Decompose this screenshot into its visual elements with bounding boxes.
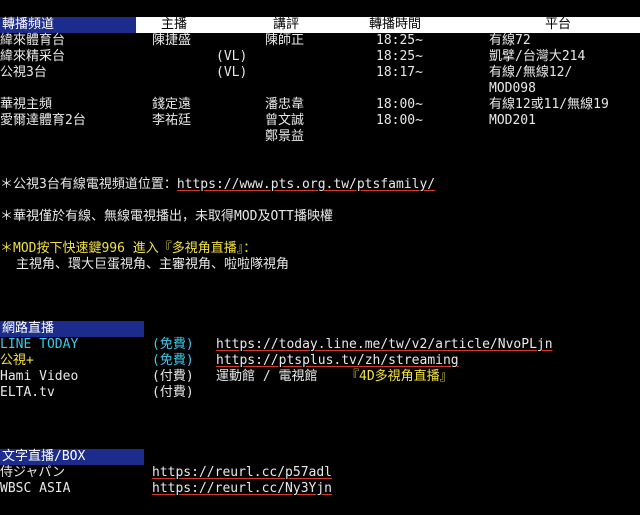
service-name: Hami Video bbox=[0, 369, 79, 384]
header-time: 轉播時間 bbox=[369, 17, 422, 32]
anchor-name: 李祐廷 bbox=[152, 113, 192, 128]
commentator-name: 鄭景益 bbox=[265, 129, 305, 144]
commentator-name: 曾文誠 bbox=[265, 113, 305, 128]
channel-name: 華視主頻 bbox=[0, 97, 53, 112]
text-live-link[interactable]: https://reurl.cc/p57adl bbox=[152, 465, 332, 481]
platform: 有線/無線12/ bbox=[489, 65, 573, 80]
hami-4d-label: 『4D多視角直播』 bbox=[346, 369, 453, 384]
table-row: 公視3台 (VL) 18:17~ 有線/無線12/ bbox=[0, 65, 640, 81]
line-today-link[interactable]: https://today.line.me/tw/v2/article/NvoP… bbox=[216, 337, 553, 353]
note-pts3: ＊公視3台有線電視頻道位置：https://www.pts.org.tw/pts… bbox=[0, 177, 435, 193]
channel-name: 緯來體育台 bbox=[0, 33, 66, 48]
list-item: WBSC ASIA https://reurl.cc/Ny3Yjn bbox=[0, 481, 640, 497]
text-live-name: 侍ジャパン bbox=[0, 465, 66, 480]
fee-label: (免費) bbox=[152, 353, 194, 368]
platform: MOD201 bbox=[489, 113, 536, 128]
ptsplus-link[interactable]: https://ptsplus.tv/zh/streaming bbox=[216, 353, 459, 369]
pts3-link[interactable]: https://www.pts.org.tw/ptsfamily/ bbox=[177, 177, 435, 192]
broadcast-time: 18:25~ bbox=[376, 49, 423, 64]
online-section-title: 網路直播 bbox=[0, 321, 144, 337]
table-row: 緯來體育台 陳捷盛 陳師正 18:25~ 有線72 bbox=[0, 33, 640, 49]
header-anchor: 主播 bbox=[161, 17, 188, 32]
broadcast-time: 18:00~ bbox=[376, 113, 423, 128]
table-row: 鄭景益 bbox=[0, 129, 640, 145]
header-commentator: 講評 bbox=[273, 17, 300, 32]
note-pts3-label: ＊公視3台有線電視頻道位置： bbox=[0, 177, 177, 192]
anchor-name: (VL) bbox=[216, 65, 248, 80]
platform: 有線72 bbox=[489, 33, 531, 48]
table-row: 愛爾達體育2台 李祐廷 曾文誠 18:00~ MOD201 bbox=[0, 113, 640, 129]
list-item: 公視+ (免費) https://ptsplus.tv/zh/streaming bbox=[0, 353, 640, 369]
platform: MOD098 bbox=[489, 81, 536, 96]
fee-label: (付費) bbox=[152, 385, 194, 400]
anchor-name: (VL) bbox=[216, 49, 248, 64]
list-item: 侍ジャパン https://reurl.cc/p57adl bbox=[0, 465, 640, 481]
anchor-name: 陳捷盛 bbox=[152, 33, 192, 48]
service-name: LINE TODAY bbox=[0, 337, 79, 352]
channel-name: 公視3台 bbox=[0, 65, 47, 80]
text-live-name: WBSC ASIA bbox=[0, 481, 71, 496]
broadcast-time: 18:00~ bbox=[376, 97, 423, 112]
fee-label: (付費) bbox=[152, 369, 194, 384]
channel-name: 愛爾達體育2台 bbox=[0, 113, 86, 128]
header-platform: 平台 bbox=[545, 17, 572, 32]
table-row: 緯來精采台 (VL) 18:25~ 凱擘/台灣大214 bbox=[0, 49, 640, 65]
broadcast-time: 18:17~ bbox=[376, 65, 423, 80]
platform: 有線12或11/無線19 bbox=[489, 97, 609, 112]
service-name: 公視+ bbox=[0, 353, 34, 368]
broadcast-time: 18:25~ bbox=[376, 33, 423, 48]
channel-name: 緯來精采台 bbox=[0, 49, 66, 64]
list-item: LINE TODAY (免費) https://today.line.me/tw… bbox=[0, 337, 640, 353]
hami-venue: 運動館 / 電視館 bbox=[216, 369, 318, 384]
broadcast-title: 轉播頻道 bbox=[0, 17, 136, 33]
broadcast-table-header: 轉播頻道 主播 講評 轉播時間 平台 bbox=[0, 17, 640, 33]
anchor-name: 錢定遠 bbox=[152, 97, 192, 112]
service-name: ELTA.tv bbox=[0, 385, 55, 400]
list-item: Hami Video (付費) 運動館 / 電視館 『4D多視角直播』 bbox=[0, 369, 640, 385]
text-live-link[interactable]: https://reurl.cc/Ny3Yjn bbox=[152, 481, 332, 497]
platform: 凱擘/台灣大214 bbox=[489, 49, 586, 64]
note-cts: ＊華視僅於有線、無線電視播出，未取得MOD及OTT播映權 bbox=[0, 209, 333, 224]
commentator-name: 潘忠韋 bbox=[265, 97, 305, 112]
commentator-name: 陳師正 bbox=[265, 33, 305, 48]
list-item: ELTA.tv (付費) bbox=[0, 385, 640, 401]
note-mod-views: 主視角、環大巨蛋視角、主審視角、啦啦隊視角 bbox=[16, 257, 290, 272]
fee-label: (免費) bbox=[152, 337, 194, 352]
table-row: MOD098 bbox=[0, 81, 640, 97]
table-row: 華視主頻 錢定遠 潘忠韋 18:00~ 有線12或11/無線19 bbox=[0, 97, 640, 113]
note-mod-shortcut: ＊MOD按下快速鍵996 進入『多視角直播』： bbox=[0, 241, 257, 256]
text-live-section-title: 文字直播/BOX bbox=[0, 449, 144, 465]
